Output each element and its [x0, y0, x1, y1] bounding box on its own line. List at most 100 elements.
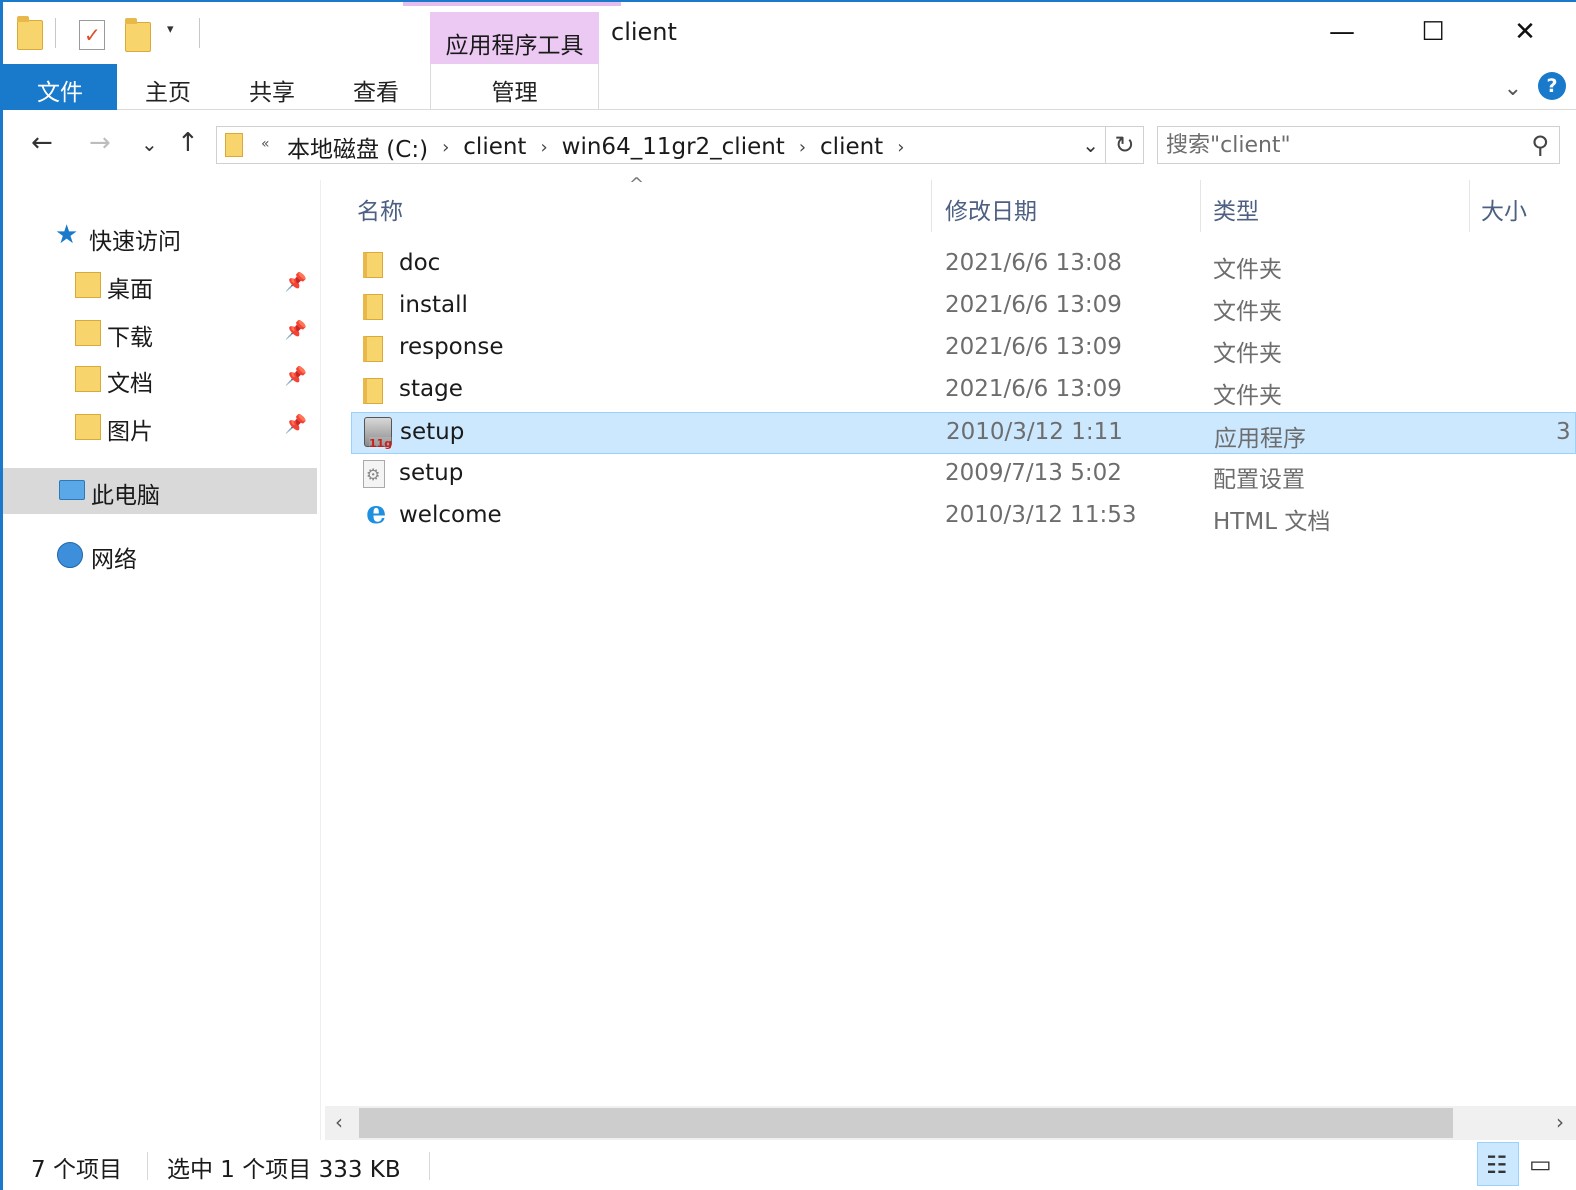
column-header-name[interactable]: 名称 — [357, 192, 403, 226]
column-divider[interactable] — [1469, 180, 1470, 232]
qa-separator — [55, 18, 56, 48]
breadcrumb-separator-icon[interactable]: › — [442, 137, 449, 158]
table-row[interactable]: response 2021/6/6 13:09 文件夹 — [351, 328, 1576, 370]
large-icons-view-button[interactable]: ▭ — [1521, 1142, 1563, 1186]
scroll-right-icon[interactable]: › — [1556, 1110, 1564, 1134]
file-type: 文件夹 — [1213, 383, 1282, 409]
status-bar: 7 个项目 选中 1 个项目 333 KB ☷ ▭ — [3, 1140, 1576, 1190]
title-bar: ▾ 应用程序工具 client — ☐ ✕ — [3, 2, 1576, 64]
file-date: 2021/6/6 13:08 — [945, 250, 1122, 276]
breadcrumb-win64-client[interactable]: win64_11gr2_client — [562, 134, 785, 160]
column-header-date[interactable]: 修改日期 — [945, 192, 1037, 226]
file-date: 2010/3/12 1:11 — [946, 419, 1123, 445]
back-button[interactable]: ← — [31, 128, 53, 158]
column-header-size[interactable]: 大小 — [1481, 192, 1527, 226]
pin-icon[interactable]: 📌 — [285, 366, 307, 387]
file-list: ^ 名称 修改日期 类型 大小 doc 2021/6/6 13:08 文件夹 inst… — [325, 174, 1576, 1106]
customize-quick-access-icon[interactable]: ▾ — [167, 22, 174, 37]
nav-downloads[interactable]: 下载 📌 — [3, 310, 317, 356]
ribbon-tabs: 文件 主页 共享 查看 管理 ⌄ ? — [3, 64, 1576, 110]
selection-info: 选中 1 个项目 333 KB — [167, 1157, 401, 1183]
context-tab-app-tools: 应用程序工具 — [430, 12, 599, 64]
nav-this-pc-label: 此电脑 — [91, 483, 160, 509]
details-view-button[interactable]: ☷ — [1477, 1142, 1519, 1186]
column-divider[interactable] — [1200, 180, 1201, 232]
horizontal-scrollbar[interactable]: ‹ › — [325, 1106, 1576, 1140]
explorer-window: ▾ 应用程序工具 client — ☐ ✕ 文件 主页 共享 查看 管理 ⌄ ?… — [0, 0, 1576, 1190]
recent-locations-button[interactable]: ⌄ — [141, 132, 158, 156]
breadcrumb-separator-icon[interactable]: › — [897, 137, 904, 158]
nav-quick-access-label: 快速访问 — [89, 229, 181, 255]
up-button[interactable]: ↑ — [177, 128, 199, 158]
nav-pictures-label: 图片 — [107, 419, 153, 445]
table-row[interactable]: setup 2010/3/12 1:11 应用程序 3 — [351, 412, 1576, 454]
details-view-icon: ☷ — [1486, 1151, 1508, 1179]
pin-icon[interactable]: 📌 — [285, 320, 307, 341]
tab-home[interactable]: 主页 — [121, 64, 215, 110]
file-date: 2021/6/6 13:09 — [945, 376, 1122, 402]
nav-pictures[interactable]: 图片 📌 — [3, 404, 317, 450]
column-header-type[interactable]: 类型 — [1213, 192, 1259, 226]
pin-icon[interactable]: 📌 — [285, 414, 307, 435]
nav-documents[interactable]: 文档 📌 — [3, 356, 317, 402]
table-row[interactable]: install 2021/6/6 13:09 文件夹 — [351, 286, 1576, 328]
tab-share[interactable]: 共享 — [225, 64, 319, 110]
config-file-icon — [363, 460, 385, 488]
maximize-button[interactable]: ☐ — [1387, 2, 1479, 62]
table-row[interactable]: stage 2021/6/6 13:09 文件夹 — [351, 370, 1576, 412]
address-folder-icon — [225, 133, 243, 157]
column-divider[interactable] — [931, 180, 932, 232]
table-row[interactable]: setup 2009/7/13 5:02 配置设置 — [351, 454, 1576, 496]
nav-this-pc[interactable]: 此电脑 — [3, 468, 317, 514]
search-icon[interactable]: ⚲ — [1531, 131, 1549, 159]
network-icon — [57, 542, 83, 568]
file-type: 配置设置 — [1213, 467, 1305, 493]
file-type: 文件夹 — [1213, 257, 1282, 283]
close-button[interactable]: ✕ — [1479, 2, 1571, 62]
desktop-folder-icon — [75, 272, 101, 298]
ie-html-icon — [363, 493, 391, 531]
breadcrumb-local-disk[interactable]: 本地磁盘 (C:) — [287, 130, 428, 164]
tab-file[interactable]: 文件 — [3, 64, 117, 110]
qa-separator — [199, 18, 200, 48]
breadcrumb-client[interactable]: client — [463, 134, 526, 160]
expand-ribbon-icon[interactable]: ⌄ — [1504, 76, 1522, 101]
search-input[interactable] — [1166, 127, 1516, 163]
scrollbar-thumb[interactable] — [359, 1108, 1453, 1138]
nav-network-label: 网络 — [91, 547, 137, 573]
address-bar[interactable]: « 本地磁盘 (C:) › client › win64_11gr2_clien… — [216, 126, 1144, 164]
search-box[interactable]: ⚲ — [1157, 126, 1560, 164]
breadcrumb-separator-icon[interactable]: › — [799, 137, 806, 158]
tab-view[interactable]: 查看 — [329, 64, 423, 110]
refresh-button[interactable]: ↻ — [1105, 127, 1143, 163]
address-overflow-icon[interactable]: « — [261, 136, 270, 152]
forward-button[interactable]: → — [89, 128, 111, 158]
breadcrumb-client-current[interactable]: client — [820, 134, 883, 160]
nav-desktop[interactable]: 桌面 📌 — [3, 262, 317, 308]
properties-icon[interactable] — [79, 20, 105, 50]
minimize-button[interactable]: — — [1296, 2, 1388, 62]
navigation-pane: ★ 快速访问 桌面 📌 下载 📌 文档 📌 图片 📌 此电脑 网络 — [3, 180, 321, 1140]
nav-quick-access[interactable]: ★ 快速访问 — [3, 214, 317, 260]
tab-manage[interactable]: 管理 — [430, 64, 599, 110]
file-name: response — [399, 334, 504, 360]
sort-ascending-icon: ^ — [629, 174, 645, 195]
scroll-left-icon[interactable]: ‹ — [335, 1110, 343, 1134]
downloads-folder-icon — [75, 320, 101, 346]
window-folder-icon — [17, 16, 43, 50]
status-separator — [147, 1152, 148, 1180]
table-row[interactable]: doc 2021/6/6 13:08 文件夹 — [351, 244, 1576, 286]
file-name: setup — [400, 419, 465, 445]
file-name: welcome — [399, 502, 502, 528]
table-row[interactable]: welcome 2010/3/12 11:53 HTML 文档 — [351, 493, 1576, 538]
nav-desktop-label: 桌面 — [107, 277, 153, 303]
nav-network[interactable]: 网络 — [3, 532, 317, 578]
breadcrumb-separator-icon[interactable]: › — [540, 137, 547, 158]
pin-icon[interactable]: 📌 — [285, 272, 307, 293]
new-folder-icon[interactable] — [125, 18, 151, 52]
help-icon[interactable]: ? — [1538, 72, 1566, 100]
folder-icon — [363, 336, 383, 362]
large-icons-view-icon: ▭ — [1529, 1150, 1552, 1178]
file-date: 2010/3/12 11:53 — [945, 502, 1137, 528]
address-dropdown-icon[interactable]: ⌄ — [1082, 133, 1099, 157]
